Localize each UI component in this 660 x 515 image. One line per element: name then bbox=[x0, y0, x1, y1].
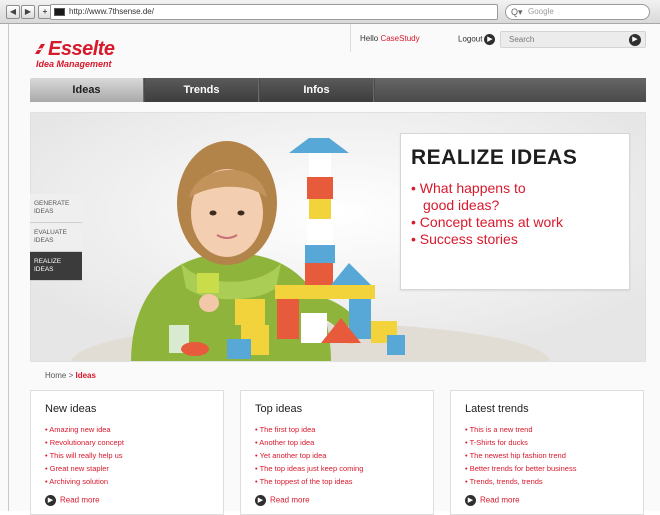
list-item[interactable]: The toppest of the top ideas bbox=[255, 475, 421, 488]
list-item[interactable]: The first top idea bbox=[255, 423, 421, 436]
site-logo[interactable]: Esselte Idea Management bbox=[34, 38, 115, 69]
read-more-button[interactable]: ▶ Read more bbox=[255, 495, 310, 506]
card-title: New ideas bbox=[45, 403, 97, 415]
read-more-label: Read more bbox=[480, 495, 520, 505]
web-page: Esselte Idea Management Hello CaseStudy … bbox=[0, 24, 660, 515]
brand-text: Esselte bbox=[48, 38, 115, 60]
address-bar[interactable]: http://www.7thsense.de/ c bbox=[50, 4, 530, 20]
list-item[interactable]: Great new stapler bbox=[45, 462, 211, 475]
arrow-right-icon: ▶ bbox=[45, 495, 56, 506]
logout-label: Logout bbox=[458, 34, 483, 44]
process-steps: GENERATE IDEAS EVALUATE IDEAS REALIZE ID… bbox=[30, 194, 82, 281]
callout-title: REALIZE IDEAS bbox=[411, 146, 578, 169]
card-title: Top ideas bbox=[255, 403, 303, 415]
site-search-placeholder: Search bbox=[509, 35, 535, 44]
list-item[interactable]: This is a new trend bbox=[465, 423, 631, 436]
brand-swoosh-icon bbox=[34, 44, 45, 54]
main-navigation: Ideas Trends Infos bbox=[30, 78, 646, 102]
card-latest-trends: Latest trends This is a new trend T-Shir… bbox=[450, 390, 644, 515]
search-go-icon[interactable]: ▶ bbox=[629, 34, 641, 46]
callout-item[interactable]: good ideas? bbox=[411, 197, 619, 214]
list-item[interactable]: Better trends for better business bbox=[465, 462, 631, 475]
callout-item[interactable]: • What happens to bbox=[411, 180, 619, 197]
list-item[interactable]: Archiving solution bbox=[45, 475, 211, 488]
browser-search-input[interactable]: Q▾ Google bbox=[505, 4, 650, 20]
forward-arrow-icon[interactable]: ▶ bbox=[21, 5, 35, 19]
header-divider bbox=[350, 24, 351, 52]
greeting: Hello CaseStudy bbox=[360, 34, 420, 43]
card-top-ideas: Top ideas The first top idea Another top… bbox=[240, 390, 434, 515]
card-list: The first top idea Another top idea Yet … bbox=[255, 423, 421, 488]
list-item[interactable]: Revolutionary concept bbox=[45, 436, 211, 449]
arrow-right-icon: ▶ bbox=[484, 34, 496, 45]
arrow-right-icon: ▶ bbox=[465, 495, 476, 506]
browser-search-placeholder: Google bbox=[528, 7, 554, 16]
arrow-right-icon: ▶ bbox=[255, 495, 266, 506]
hero-callout: REALIZE IDEAS • What happens to good ide… bbox=[400, 133, 630, 290]
card-list: This is a new trend T-Shirts for ducks T… bbox=[465, 423, 631, 488]
site-search-input[interactable]: Search ▶ bbox=[500, 31, 646, 48]
callout-item[interactable]: • Concept teams at work bbox=[411, 214, 619, 231]
tab-infos[interactable]: Infos bbox=[260, 78, 374, 102]
favicon-icon bbox=[54, 8, 65, 16]
brand-name: Esselte bbox=[34, 38, 115, 61]
card-list: Amazing new idea Revolutionary concept T… bbox=[45, 423, 211, 488]
list-item[interactable]: Yet another top idea bbox=[255, 449, 421, 462]
step-realize-ideas[interactable]: REALIZE IDEAS bbox=[30, 252, 82, 281]
list-item[interactable]: Amazing new idea bbox=[45, 423, 211, 436]
logout-button[interactable]: Logout ▶ bbox=[458, 34, 496, 45]
nav-spacer bbox=[375, 78, 646, 102]
step-evaluate-ideas[interactable]: EVALUATE IDEAS bbox=[30, 223, 82, 252]
address-bar-url: http://www.7thsense.de/ bbox=[69, 7, 154, 16]
hero-banner: REALIZE IDEAS • What happens to good ide… bbox=[30, 112, 646, 362]
breadcrumb: Home > Ideas bbox=[45, 371, 96, 380]
read-more-button[interactable]: ▶ Read more bbox=[45, 495, 100, 506]
read-more-button[interactable]: ▶ Read more bbox=[465, 495, 520, 506]
brand-tagline: Idea Management bbox=[36, 59, 112, 69]
step-generate-ideas[interactable]: GENERATE IDEAS bbox=[30, 194, 82, 223]
magnifier-icon: Q▾ bbox=[511, 7, 523, 17]
card-new-ideas: New ideas Amazing new idea Revolutionary… bbox=[30, 390, 224, 515]
card-title: Latest trends bbox=[465, 403, 529, 415]
list-item[interactable]: This will really help us bbox=[45, 449, 211, 462]
username-link[interactable]: CaseStudy bbox=[380, 34, 419, 43]
read-more-label: Read more bbox=[270, 495, 310, 505]
read-more-label: Read more bbox=[60, 495, 100, 505]
page-left-border bbox=[8, 24, 9, 511]
callout-list: • What happens to good ideas? • Concept … bbox=[411, 180, 619, 248]
greeting-prefix: Hello bbox=[360, 34, 381, 43]
breadcrumb-current: Ideas bbox=[75, 371, 96, 380]
tab-ideas[interactable]: Ideas bbox=[30, 78, 144, 102]
list-item[interactable]: T-Shirts for ducks bbox=[465, 436, 631, 449]
breadcrumb-home[interactable]: Home bbox=[45, 371, 66, 380]
list-item[interactable]: The top ideas just keep coming bbox=[255, 462, 421, 475]
back-arrow-icon[interactable]: ◀ bbox=[6, 5, 20, 19]
browser-toolbar: ◀ ▶ + http://www.7thsense.de/ c Q▾ Googl… bbox=[0, 0, 660, 24]
callout-item[interactable]: • Success stories bbox=[411, 231, 619, 248]
list-item[interactable]: Another top idea bbox=[255, 436, 421, 449]
list-item[interactable]: The newest hip fashion trend bbox=[465, 449, 631, 462]
tab-trends[interactable]: Trends bbox=[145, 78, 259, 102]
list-item[interactable]: Trends, trends, trends bbox=[465, 475, 631, 488]
